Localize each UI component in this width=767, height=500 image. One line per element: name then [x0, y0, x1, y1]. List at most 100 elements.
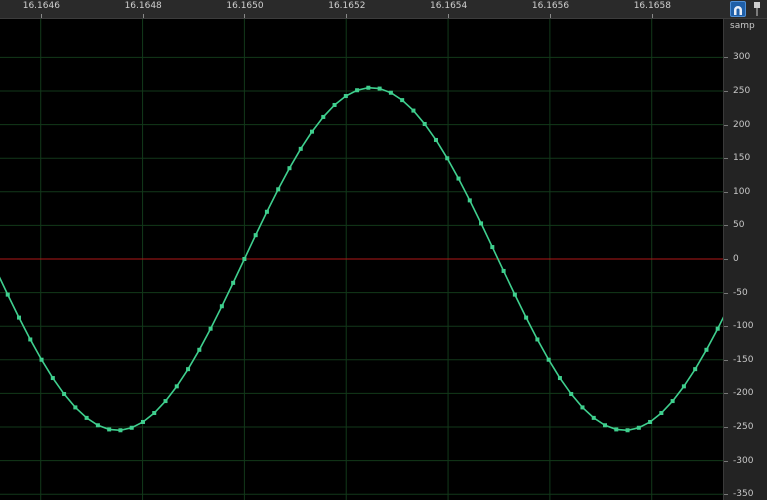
sample-point[interactable]: [591, 415, 596, 420]
sample-point[interactable]: [400, 98, 405, 103]
sample-point[interactable]: [197, 347, 202, 352]
amplitude-tick-label: 0: [733, 254, 739, 264]
sample-point[interactable]: [512, 292, 517, 297]
sample-point[interactable]: [614, 427, 619, 432]
sample-point[interactable]: [659, 411, 664, 416]
amplitude-tick-label: 250: [733, 86, 751, 96]
sample-point[interactable]: [152, 411, 157, 416]
time-tick-label: 16.1656: [531, 1, 570, 11]
amplitude-tick-mark: [724, 460, 728, 462]
time-tick-mark: [549, 14, 551, 18]
sample-point[interactable]: [332, 102, 337, 107]
sample-point[interactable]: [377, 86, 382, 91]
pin-icon[interactable]: [751, 1, 763, 17]
sample-point[interactable]: [219, 304, 224, 309]
sample-point[interactable]: [253, 233, 258, 238]
amplitude-tick-mark: [724, 91, 728, 92]
sample-point[interactable]: [625, 428, 630, 433]
sample-point[interactable]: [242, 257, 247, 261]
amplitude-tick-label: 100: [733, 186, 751, 197]
sample-point[interactable]: [39, 357, 44, 362]
sample-point[interactable]: [264, 209, 269, 214]
sample-point[interactable]: [648, 419, 653, 424]
sample-point[interactable]: [95, 423, 100, 428]
ruler-corner-controls: [723, 0, 767, 19]
sample-point[interactable]: [681, 384, 686, 389]
sample-point[interactable]: [557, 376, 562, 381]
sample-point[interactable]: [73, 405, 78, 410]
sample-point[interactable]: [670, 399, 675, 404]
sample-point[interactable]: [186, 367, 191, 372]
sample-point[interactable]: [174, 384, 179, 389]
sample-point[interactable]: [580, 405, 585, 410]
amplitude-tick-label: -50: [733, 287, 748, 298]
sample-point[interactable]: [355, 88, 360, 93]
sample-point[interactable]: [84, 415, 89, 420]
amplitude-tick-label: 200: [733, 119, 751, 130]
sample-point[interactable]: [636, 425, 641, 430]
sample-point[interactable]: [298, 146, 303, 151]
time-tick-label: 16.1658: [633, 1, 671, 11]
sample-point[interactable]: [50, 376, 55, 381]
sample-point[interactable]: [118, 428, 123, 433]
amplitude-unit-label: samp: [730, 21, 755, 31]
time-tick-mark: [346, 14, 348, 18]
sample-point[interactable]: [343, 94, 348, 99]
sample-point[interactable]: [490, 245, 495, 250]
sample-point[interactable]: [28, 337, 33, 342]
sample-point[interactable]: [129, 425, 134, 430]
sample-point[interactable]: [231, 280, 236, 285]
sample-point[interactable]: [310, 129, 315, 134]
sample-point[interactable]: [479, 221, 484, 226]
sample-point[interactable]: [467, 198, 472, 203]
amplitude-tick-mark: [724, 326, 728, 328]
sample-point[interactable]: [535, 337, 540, 342]
amplitude-tick-mark: [724, 158, 728, 160]
sample-point[interactable]: [501, 268, 506, 273]
amplitude-tick-mark: [724, 292, 728, 294]
time-tick-mark: [40, 14, 42, 18]
amplitude-tick-label: -300: [733, 455, 754, 466]
amplitude-tick-mark: [724, 57, 728, 59]
amplitude-tick-mark: [724, 225, 728, 227]
sample-point[interactable]: [704, 347, 709, 352]
amplitude-tick-label: -200: [733, 388, 754, 399]
sample-point[interactable]: [366, 85, 371, 90]
sample-point[interactable]: [62, 392, 67, 397]
sample-point[interactable]: [287, 166, 292, 171]
time-tick-mark: [448, 14, 450, 18]
amplitude-tick-mark: [724, 191, 728, 193]
sample-point[interactable]: [208, 326, 213, 331]
sample-point[interactable]: [546, 357, 551, 362]
time-ruler[interactable]: 16.1646 16.1648 16.1650 16.1652 16.1654 16.16…: [0, 0, 723, 19]
amplitude-tick-label: -150: [733, 354, 754, 365]
zoom-magnet-icon[interactable]: [730, 1, 746, 17]
sample-point[interactable]: [433, 137, 438, 142]
sample-point[interactable]: [693, 367, 698, 372]
amplitude-tick-mark: [724, 427, 728, 428]
waveform-plot[interactable]: [0, 19, 723, 500]
sample-point[interactable]: [388, 90, 393, 95]
sample-point[interactable]: [107, 427, 112, 432]
time-tick-label: 16.1650: [226, 1, 264, 11]
sample-point[interactable]: [524, 315, 529, 320]
amplitude-tick-mark: [724, 124, 728, 126]
sample-point[interactable]: [456, 176, 461, 181]
sample-point[interactable]: [5, 292, 10, 297]
sample-point[interactable]: [163, 399, 168, 404]
sample-point[interactable]: [411, 108, 416, 113]
sample-point[interactable]: [140, 419, 145, 424]
amplitude-tick-label: 50: [733, 220, 745, 231]
sample-point[interactable]: [422, 121, 427, 126]
sample-point[interactable]: [17, 315, 22, 320]
amplitude-tick-label: -250: [733, 422, 754, 432]
amplitude-tick-mark: [724, 359, 728, 361]
sample-point[interactable]: [569, 392, 574, 397]
sample-point[interactable]: [715, 326, 720, 331]
sample-point[interactable]: [276, 187, 281, 192]
sample-point[interactable]: [603, 423, 608, 428]
sample-point[interactable]: [445, 156, 450, 161]
amplitude-tick-mark: [724, 393, 728, 395]
sample-point[interactable]: [321, 114, 326, 119]
amplitude-ruler[interactable]: samp 300 250 200 150 100 50 0 -50 -100 -150 -200 -2…: [723, 19, 767, 500]
